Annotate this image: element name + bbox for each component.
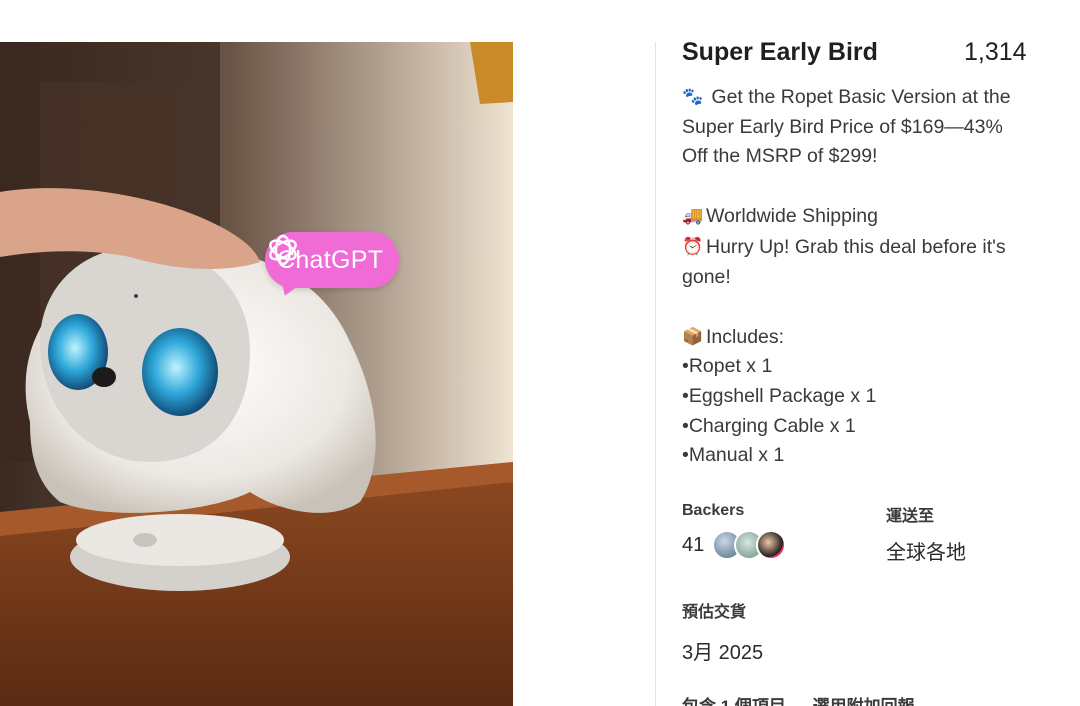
reward-description: 🐾 Get the Ropet Basic Version at the Sup… xyxy=(682,82,1062,471)
paw-icon: 🐾 xyxy=(682,87,704,106)
include-item: •Eggshell Package x 1 xyxy=(682,384,877,407)
include-item: •Manual x 1 xyxy=(682,444,785,467)
ships-to-block: 運送至 全球各地 xyxy=(886,502,966,565)
shipping-text: Worldwide Shipping xyxy=(706,205,878,228)
ships-to-value: 全球各地 xyxy=(886,542,966,564)
delivery-block: 預估交貨 3月 2025 xyxy=(682,598,763,665)
hurry-text: Hurry Up! Grab this deal before it's xyxy=(706,235,1006,258)
hurry-text-2: gone! xyxy=(682,265,731,288)
includes-label: Includes: xyxy=(706,325,785,348)
product-photo: ChatGPT xyxy=(0,42,513,706)
panel-divider xyxy=(655,42,656,706)
desc-line-2: Super Early Bird Price of $169—43% xyxy=(682,115,1003,138)
desc-line-3: Off the MSRP of $299! xyxy=(682,145,878,168)
reward-header: Super Early Bird 1,314 xyxy=(682,38,1062,74)
backers-count: 41 xyxy=(682,533,705,556)
truck-icon: 🚚 xyxy=(682,206,704,226)
product-photo-art xyxy=(0,42,513,706)
include-item: •Charging Cable x 1 xyxy=(682,414,856,437)
backer-avatars[interactable] xyxy=(712,530,787,560)
backers-block: Backers 41 xyxy=(682,502,787,560)
desc-line-1: Get the Ropet Basic Version at the xyxy=(711,86,1011,108)
chatgpt-badge: ChatGPT xyxy=(265,232,400,288)
reward-panel: Super Early Bird 1,314 🐾 Get the Ropet B… xyxy=(682,38,1062,706)
alarm-clock-icon: ⏰ xyxy=(682,236,704,256)
openai-logo-icon xyxy=(269,234,297,266)
delivery-value: 3月 2025 xyxy=(682,642,764,664)
pledge-amount: 1,314 xyxy=(964,38,1027,66)
include-item: •Ropet x 1 xyxy=(682,355,773,378)
package-icon: 📦 xyxy=(682,326,704,346)
backers-label: Backers xyxy=(682,502,745,519)
delivery-label: 預估交貨 xyxy=(682,604,747,621)
reward-page: ChatGPT Super Early Bird 1,314 🐾 Get the… xyxy=(0,0,1080,706)
optional-addons-text: 選用附加回報 xyxy=(813,697,915,706)
avatar[interactable] xyxy=(756,530,787,560)
reward-title: Super Early Bird xyxy=(682,38,878,66)
ships-to-label: 運送至 xyxy=(886,508,935,525)
items-included-text: 包含 1 個項目 xyxy=(682,697,786,706)
reward-footer-partial: 包含 1 個項目 選用附加回報 xyxy=(682,692,937,706)
